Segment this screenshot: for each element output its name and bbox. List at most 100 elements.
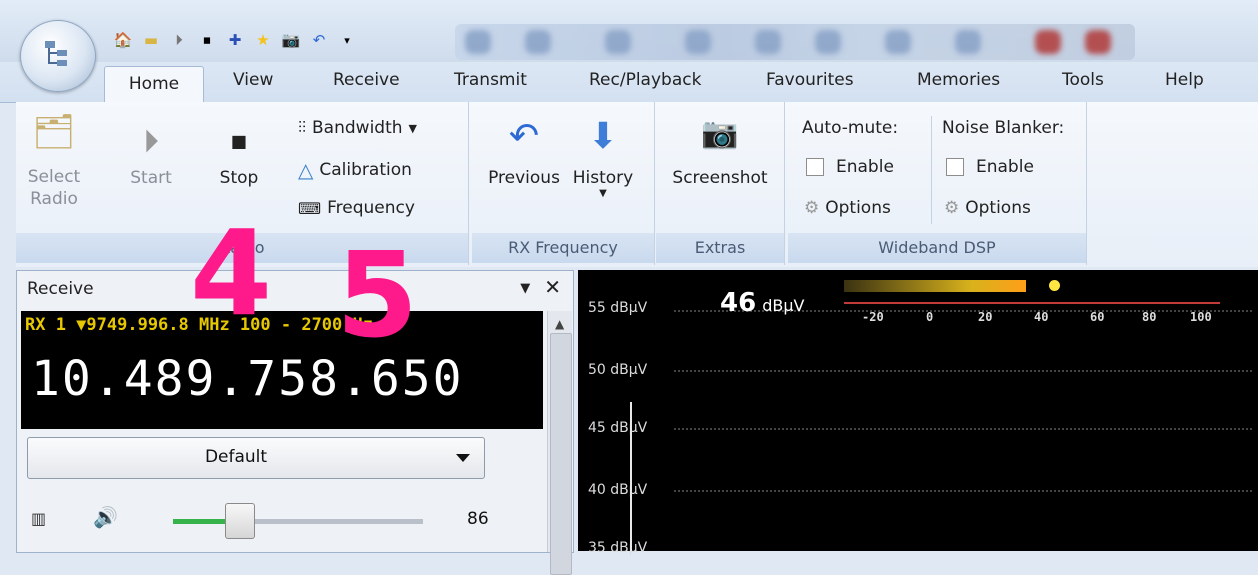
signal-meter-bar — [844, 280, 1026, 292]
volume-value: 86 — [467, 509, 489, 529]
start-icon: ⏵ — [142, 122, 159, 160]
auto-mute-label: Auto-mute: — [802, 118, 899, 138]
panel-scrollbar[interactable]: ▲ — [547, 311, 572, 575]
chevron-down-icon — [456, 454, 470, 462]
screenshot-label: Screenshot — [672, 168, 768, 188]
home-icon[interactable]: 🏠 — [112, 29, 134, 51]
enable-label: Enable — [976, 157, 1034, 177]
checkbox-box — [806, 158, 824, 176]
tab-home[interactable]: Home — [104, 66, 204, 103]
meter-tick: 0 — [926, 310, 934, 324]
meter-tick: -20 — [862, 310, 884, 324]
title-bar: 🏠 ▬ ⏵ ⏹ ✚ ★ 📷 ↶ ▾ — [0, 0, 1258, 62]
close-icon[interactable]: ✕ — [544, 275, 561, 299]
select-radio-label: Select Radio — [27, 167, 81, 209]
auto-mute-options-button[interactable]: ⚙ Options — [804, 198, 891, 218]
mode-select[interactable]: Default — [27, 437, 485, 479]
camera-icon[interactable]: 📷 — [280, 29, 302, 51]
y-axis-label: 35 dBµV — [588, 540, 648, 556]
blurred-toolbar — [455, 24, 1135, 60]
gear-icon: ⚙ — [944, 198, 960, 218]
volume-slider-fill — [173, 519, 228, 524]
spectrum-display[interactable]: 55 dBµV 50 dBµV 45 dBµV 40 dBµV 35 dBµV … — [578, 270, 1258, 556]
meter-tick: 100 — [1190, 310, 1212, 324]
previous-label: Previous — [488, 168, 560, 188]
waveform-icon: ⫶⫶ — [298, 118, 307, 137]
speaker-icon[interactable]: 🔊 — [93, 505, 118, 529]
signal-level-value: 46 — [720, 288, 757, 318]
receive-panel: Receive ▼ ✕ RX 1 ▼9749.996.8 MHz 100 - 2… — [16, 270, 574, 575]
scroll-thumb[interactable] — [550, 333, 572, 575]
tab-transmit[interactable]: Transmit — [454, 70, 527, 90]
folder-icon[interactable]: ▬ — [140, 29, 162, 51]
application-menu-button[interactable] — [20, 20, 96, 92]
wideband-dsp-group-label: Wideband DSP — [788, 233, 1086, 263]
history-button[interactable]: ⬇ History ▼ — [568, 116, 638, 199]
history-label: History — [572, 168, 634, 188]
meter-tick: 20 — [978, 310, 993, 324]
tab-rec-playback[interactable]: Rec/Playback — [589, 70, 701, 90]
annotation-number-4: 4 — [190, 204, 273, 342]
select-radio-icon: 🗂 — [32, 112, 76, 152]
rx-frequency-group: ↶ Previous ⬇ History ▼ RX Frequency — [472, 102, 655, 265]
panel-controls: ▼ ✕ — [520, 275, 561, 299]
stop-icon[interactable]: ⏹ — [196, 29, 218, 51]
frequency-button[interactable]: ⌨ Frequency — [298, 198, 415, 218]
undo-icon[interactable]: ↶ — [308, 29, 330, 51]
stop-button[interactable]: ⏹ Stop — [214, 122, 264, 188]
ribbon-tab-bar: Home View Receive Transmit Rec/Playback … — [0, 62, 1258, 103]
play-icon[interactable]: ⏵ — [168, 29, 190, 51]
select-radio-button[interactable]: 🗂 Select Radio — [24, 112, 84, 210]
stop-label: Stop — [219, 168, 259, 188]
y-axis-label: 55 dBµV — [588, 300, 648, 316]
signal-level-unit: dBµV — [762, 296, 805, 315]
tab-help[interactable]: Help — [1165, 70, 1204, 90]
y-axis-label: 50 dBµV — [588, 362, 648, 378]
star-icon[interactable]: ★ — [252, 29, 274, 51]
noise-blanker-options-button[interactable]: ⚙ Options — [944, 198, 1031, 218]
calibration-label: Calibration — [319, 160, 412, 180]
volume-row: ▥ 🔊 86 — [27, 503, 537, 539]
frequency-display[interactable]: RX 1 ▼9749.996.8 MHz 100 - 2700 Hz 10.48… — [21, 311, 543, 429]
enable-label: Enable — [836, 157, 894, 177]
calibration-icon: △ — [298, 158, 314, 182]
options-label: Options — [965, 198, 1031, 218]
down-arrow-icon: ⬇ — [587, 116, 619, 157]
equalizer-icon[interactable]: ▥ — [31, 509, 46, 528]
app-tree-icon — [45, 41, 67, 66]
screenshot-button[interactable]: 📷 Screenshot — [664, 116, 776, 188]
tab-memories[interactable]: Memories — [917, 70, 1000, 90]
tab-view[interactable]: View — [233, 70, 273, 90]
quick-access-toolbar: 🏠 ▬ ⏵ ⏹ ✚ ★ 📷 ↶ ▾ — [112, 26, 358, 54]
bandwidth-button[interactable]: ⫶⫶ Bandwidth ▼ — [298, 118, 417, 138]
customize-qat-icon[interactable]: ▾ — [336, 29, 358, 51]
tab-favourites[interactable]: Favourites — [766, 70, 854, 90]
grid-line — [674, 428, 1252, 430]
previous-button[interactable]: ↶ Previous — [484, 116, 564, 188]
start-button[interactable]: ⏵ Start — [126, 122, 176, 188]
annotation-number-5: 5 — [336, 226, 419, 364]
gear-icon: ⚙ — [804, 198, 820, 218]
add-icon[interactable]: ✚ — [224, 29, 246, 51]
noise-blanker-enable-checkbox[interactable]: Enable — [946, 157, 1034, 177]
stop-icon: ⏹ — [230, 122, 247, 160]
start-label: Start — [130, 168, 172, 188]
y-axis-label: 40 dBµV — [588, 482, 648, 498]
volume-slider-track[interactable] — [173, 519, 423, 524]
rx-frequency-group-label: RX Frequency — [472, 233, 654, 263]
dropdown-icon[interactable]: ▼ — [520, 281, 530, 299]
noise-blanker-label: Noise Blanker: — [942, 118, 1065, 138]
auto-mute-enable-checkbox[interactable]: Enable — [806, 157, 894, 177]
receive-panel-title: Receive — [27, 279, 94, 299]
volume-slider-thumb[interactable] — [225, 503, 255, 539]
frequency-label: Frequency — [327, 198, 415, 218]
meter-scale-line — [844, 302, 1220, 304]
tab-receive[interactable]: Receive — [333, 70, 400, 90]
calibration-button[interactable]: △ Calibration — [298, 158, 412, 182]
keyboard-icon: ⌨ — [298, 198, 322, 218]
scroll-up-icon[interactable]: ▲ — [555, 317, 564, 331]
undo-arrow-icon: ↶ — [508, 116, 540, 157]
options-label: Options — [825, 198, 891, 218]
tab-tools[interactable]: Tools — [1062, 70, 1104, 90]
spectrum-trace — [630, 402, 632, 551]
